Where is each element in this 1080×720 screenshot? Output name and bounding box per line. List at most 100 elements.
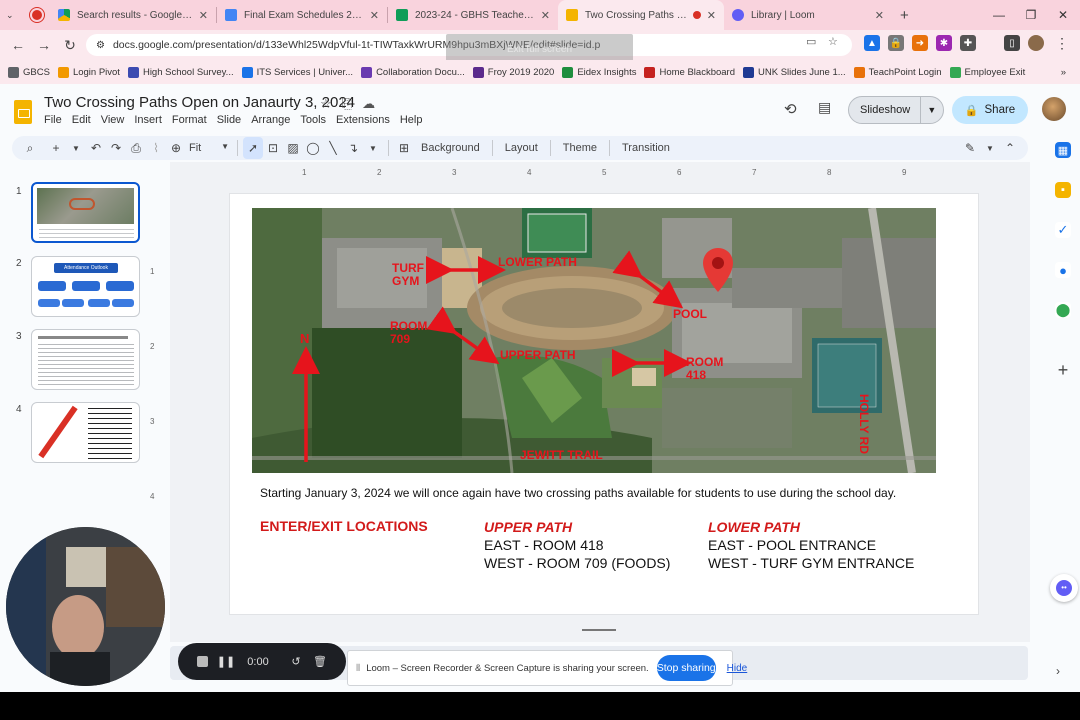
extension-drive-icon[interactable]: ▲ — [864, 35, 880, 51]
menu-view[interactable]: View — [101, 114, 125, 126]
restart-button[interactable]: ↺ — [284, 650, 308, 674]
restore-button[interactable]: ❐ — [1016, 0, 1046, 30]
maps-icon[interactable]: ⬤ — [1055, 302, 1071, 318]
bookmark-star-icon[interactable]: ☆ — [828, 35, 838, 48]
menu-file[interactable]: File — [44, 114, 62, 126]
bookmark-gbcs[interactable]: GBCS — [8, 66, 50, 78]
bookmark-teachpoint[interactable]: TeachPoint Login — [853, 66, 942, 78]
lower-path-column[interactable]: LOWER PATH EAST - POOL ENTRANCE WEST - T… — [708, 518, 914, 572]
tab-loom-library[interactable]: Library | Loom ✕ — [724, 0, 892, 30]
extension-lock-icon[interactable]: 🔒 — [888, 35, 904, 51]
tab-teacher-schools[interactable]: 2023-24 - GBHS Teacher Schools ✕ — [388, 0, 558, 30]
connector-tool-icon[interactable]: ↴ — [343, 137, 363, 159]
delete-button[interactable]: 🗑 — [308, 650, 332, 674]
forward-button[interactable]: → — [32, 33, 56, 57]
new-slide-button[interactable]: + — [46, 137, 66, 159]
recording-tab[interactable] — [28, 0, 50, 30]
cloud-saved-icon[interactable]: ☁ — [362, 96, 375, 112]
slides-logo-icon[interactable] — [14, 100, 32, 124]
tab-final-exam[interactable]: Final Exam Schedules 2023-2024 ✕ — [217, 0, 387, 30]
slide-thumbnail-4[interactable] — [31, 402, 140, 463]
menu-format[interactable]: Format — [172, 114, 207, 126]
print-icon[interactable]: ⎙ — [126, 137, 146, 159]
tasks-icon[interactable]: ✓ — [1055, 222, 1071, 238]
site-info-icon[interactable]: ⚙ — [96, 40, 105, 51]
pause-button[interactable]: ❚❚ — [214, 650, 238, 674]
calendar-icon[interactable]: ▦ — [1055, 142, 1071, 158]
comments-icon[interactable]: ▤ — [818, 99, 831, 116]
bookmark-survey[interactable]: High School Survey... — [127, 66, 234, 78]
slide-thumbnail-1[interactable] — [31, 182, 140, 243]
bookmark-collaboration[interactable]: Collaboration Docu... — [361, 66, 465, 78]
extension-loom-icon[interactable]: ✱ — [936, 35, 952, 51]
stop-sharing-button[interactable]: Stop sharing — [656, 655, 716, 681]
extensions-puzzle-icon[interactable]: ✚ — [960, 35, 976, 51]
profile-avatar-icon[interactable] — [1028, 35, 1044, 51]
tab-search-menu-button[interactable]: ⌄ — [0, 0, 28, 30]
drag-dots-icon[interactable]: ⁞⁞ — [6, 649, 11, 663]
loom-camera-bubble[interactable]: ⁞⁞ — [6, 527, 165, 686]
menu-insert[interactable]: Insert — [134, 114, 162, 126]
bookmark-pivot[interactable]: Login Pivot — [57, 66, 120, 78]
version-history-icon[interactable]: ⟲ — [784, 100, 797, 118]
menu-edit[interactable]: Edit — [72, 114, 91, 126]
keep-icon[interactable]: ▪ — [1055, 182, 1071, 198]
minimize-button[interactable]: — — [984, 0, 1014, 30]
mode-dropdown[interactable]: ▼ — [980, 137, 1000, 159]
speaker-notes-handle[interactable] — [582, 629, 616, 631]
side-panel-icon[interactable]: ▯ — [1004, 35, 1020, 51]
slide-thumbnail-2[interactable]: Attendance Outlook — [31, 256, 140, 317]
document-title[interactable]: Two Crossing Paths Open on Janaurty 3, 2… — [44, 94, 355, 111]
menu-slide[interactable]: Slide — [217, 114, 241, 126]
more-menu-icon[interactable]: ⋮ — [1054, 35, 1070, 51]
move-folder-icon[interactable]: ⎘ — [342, 96, 352, 112]
layout-button[interactable]: Layout — [498, 137, 545, 159]
close-icon[interactable]: ✕ — [199, 9, 208, 22]
bookmark-unk-slides[interactable]: UNK Slides June 1... — [743, 66, 846, 78]
add-comment-icon[interactable]: ⊞ — [394, 137, 414, 159]
menu-arrange[interactable]: Arrange — [251, 114, 290, 126]
close-window-button[interactable]: ✕ — [1048, 0, 1078, 30]
new-slide-dropdown[interactable]: ▼ — [66, 137, 86, 159]
bookmark-blackboard[interactable]: Home Blackboard — [644, 66, 735, 78]
reload-button[interactable]: ↻ — [58, 33, 82, 57]
theme-button[interactable]: Theme — [556, 137, 604, 159]
zoom-icon[interactable]: ⊕ — [166, 137, 186, 159]
search-menus-icon[interactable]: ⌕ — [20, 137, 40, 159]
bookmarks-overflow-icon[interactable]: » — [1061, 67, 1066, 78]
menu-tools[interactable]: Tools — [300, 114, 326, 126]
hide-link[interactable]: Hide — [727, 663, 748, 674]
campus-aerial-map[interactable]: TURF GYM LOWER PATH POOL ROOM 709 UPPER … — [252, 208, 936, 473]
background-button[interactable]: Background — [414, 137, 487, 159]
chevron-right-icon[interactable]: › — [1056, 664, 1060, 678]
close-icon[interactable]: ✕ — [875, 9, 884, 22]
line-dropdown[interactable]: ▼ — [363, 137, 383, 159]
loom-floating-button[interactable]: •• — [1050, 574, 1078, 602]
bookmark-froy[interactable]: Froy 2019 2020 — [472, 66, 554, 78]
share-button[interactable]: 🔒 Share — [952, 96, 1028, 124]
undo-icon[interactable]: ↶ — [86, 137, 106, 159]
slideshow-dropdown[interactable]: ▼ — [919, 97, 943, 123]
account-avatar[interactable] — [1042, 97, 1066, 121]
camera-icon[interactable]: ▭ — [806, 35, 816, 48]
get-addons-icon[interactable]: + — [1055, 360, 1071, 380]
slide-thumbnail-3[interactable] — [31, 329, 140, 390]
stop-recording-button[interactable] — [190, 650, 214, 674]
line-tool-icon[interactable]: ╲ — [323, 137, 343, 159]
slide-body-text[interactable]: Starting January 3, 2024 we will once ag… — [260, 486, 896, 500]
select-tool-icon[interactable]: ➚ — [243, 137, 263, 159]
contacts-icon[interactable]: ● — [1055, 262, 1071, 278]
close-icon[interactable]: ✕ — [541, 9, 550, 22]
redo-icon[interactable]: ↷ — [106, 137, 126, 159]
textbox-tool-icon[interactable]: ⊡ — [263, 137, 283, 159]
image-tool-icon[interactable]: ▨ — [283, 137, 303, 159]
drag-handle-icon[interactable]: ⦀ — [356, 663, 360, 674]
shape-tool-icon[interactable]: ◯ — [303, 137, 323, 159]
upper-path-column[interactable]: UPPER PATH EAST - ROOM 418 WEST - ROOM 7… — [484, 518, 670, 572]
extension-arrow-icon[interactable]: ➜ — [912, 35, 928, 51]
bookmark-employee-exit[interactable]: Employee Exit — [949, 66, 1025, 78]
menu-extensions[interactable]: Extensions — [336, 114, 390, 126]
collapse-toolbar-icon[interactable]: ⌃ — [1000, 137, 1020, 159]
pen-mode-icon[interactable]: ✎ — [960, 137, 980, 159]
back-button[interactable]: ← — [6, 33, 30, 57]
